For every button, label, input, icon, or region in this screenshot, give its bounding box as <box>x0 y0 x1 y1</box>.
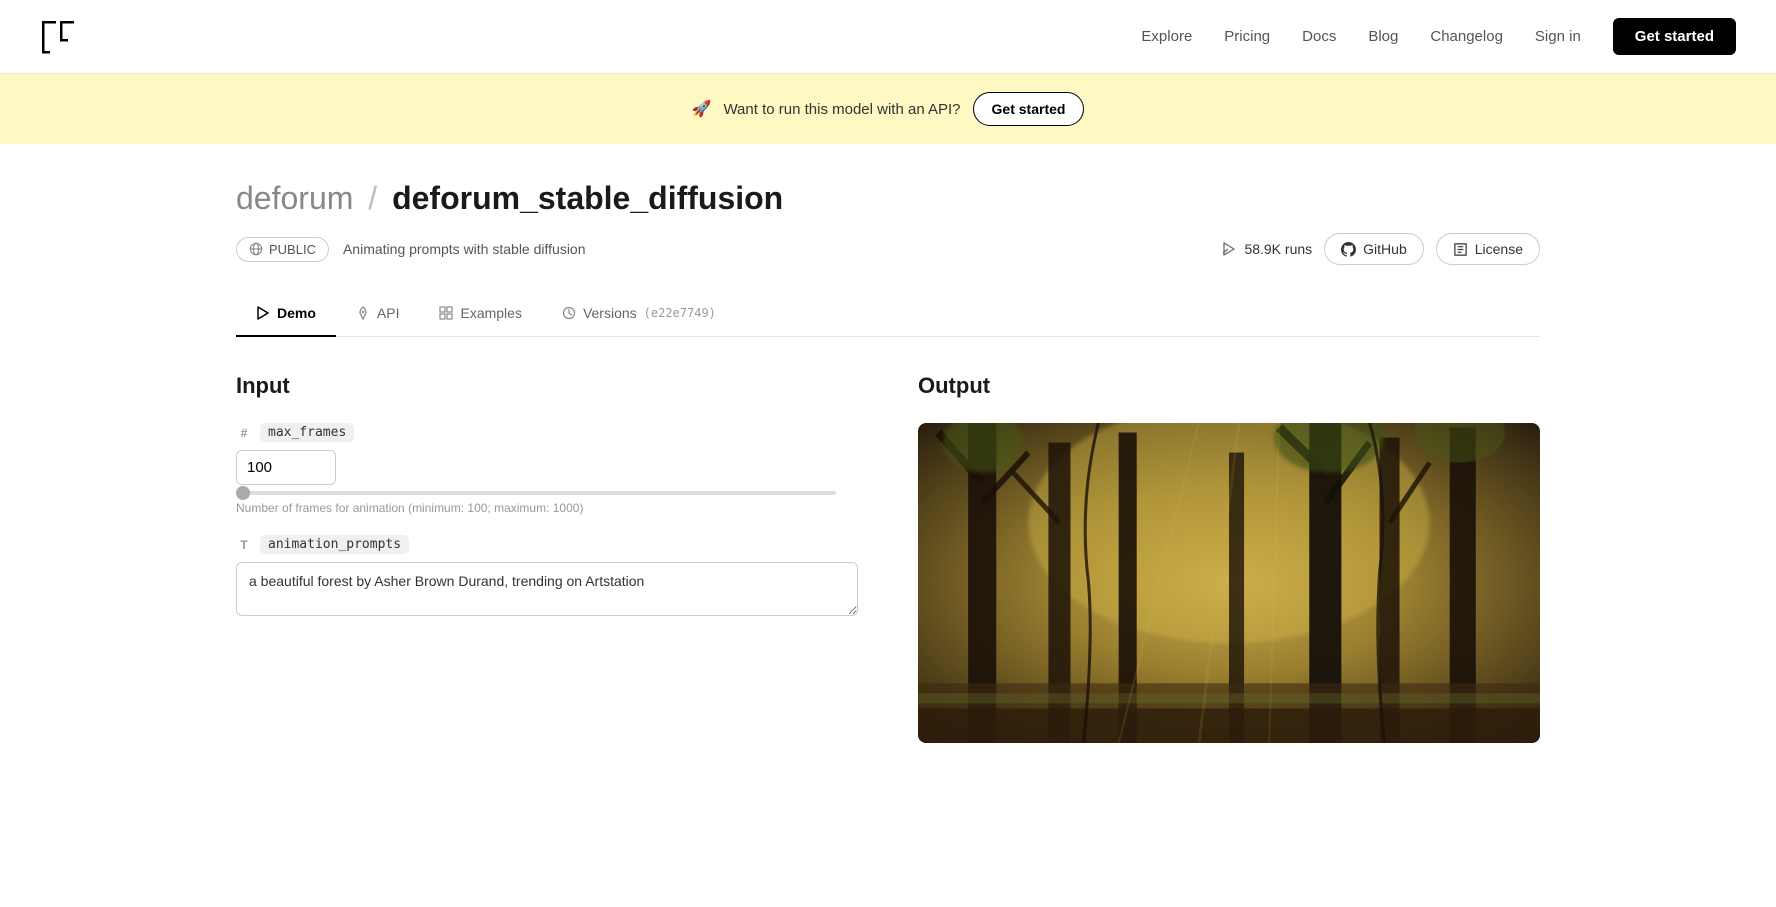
param-label-row-prompts: T animation_prompts <box>236 535 858 554</box>
license-label: License <box>1475 241 1523 257</box>
max-frames-input[interactable] <box>237 451 335 484</box>
signin-button[interactable]: Sign in <box>1535 28 1581 45</box>
output-section: Output <box>918 373 1540 743</box>
model-name: deforum_stable_diffusion <box>392 180 783 216</box>
meta-right: 58.9K runs GitHub License <box>1221 233 1540 265</box>
frames-slider[interactable] <box>236 491 836 495</box>
license-icon <box>1453 242 1468 257</box>
title-separator: / <box>359 180 386 216</box>
banner-cta-button[interactable]: Get started <box>973 92 1085 126</box>
tab-versions[interactable]: Versions (e22e7749) <box>542 293 736 337</box>
tab-versions-label: Versions <box>583 305 637 321</box>
visibility-label: PUBLIC <box>269 242 316 257</box>
nav-docs[interactable]: Docs <box>1302 28 1336 45</box>
runs-count: 58.9K runs <box>1221 241 1312 257</box>
param-type-frames: # <box>236 426 252 440</box>
main-container: deforum / deforum_stable_diffusion PUBLI… <box>188 144 1588 743</box>
model-title: deforum / deforum_stable_diffusion <box>236 180 1540 217</box>
meta-row: PUBLIC Animating prompts with stable dif… <box>236 233 1540 265</box>
meta-left: PUBLIC Animating prompts with stable dif… <box>236 237 586 262</box>
github-label: GitHub <box>1363 241 1407 257</box>
api-banner: 🚀 Want to run this model with an API? Ge… <box>0 74 1776 144</box>
get-started-header-button[interactable]: Get started <box>1613 18 1736 55</box>
play-icon <box>256 306 270 320</box>
nav-blog[interactable]: Blog <box>1368 28 1398 45</box>
param-name-prompts: animation_prompts <box>260 535 409 554</box>
logo-icon <box>40 19 76 55</box>
param-animation-prompts: T animation_prompts a beautiful forest b… <box>236 535 858 621</box>
github-icon <box>1341 242 1356 257</box>
input-title: Input <box>236 373 858 399</box>
tab-api[interactable]: API <box>336 293 420 337</box>
animation-prompts-input[interactable]: a beautiful forest by Asher Brown Durand… <box>236 562 858 616</box>
tab-examples-label: Examples <box>460 305 521 321</box>
grid-icon <box>439 306 453 320</box>
param-max-frames: # max_frames Number of frames for animat… <box>236 423 858 515</box>
globe-icon <box>249 242 263 256</box>
output-image-wrap <box>918 423 1540 743</box>
version-tag: (e22e7749) <box>644 306 716 320</box>
nav-pricing[interactable]: Pricing <box>1224 28 1270 45</box>
runs-icon <box>1221 241 1237 257</box>
banner-text: Want to run this model with an API? <box>723 101 960 118</box>
param-label-row-frames: # max_frames <box>236 423 858 442</box>
rocket-icon <box>356 306 370 320</box>
model-owner[interactable]: deforum <box>236 180 353 216</box>
frames-slider-row <box>236 491 858 495</box>
param-type-prompts: T <box>236 538 252 552</box>
runs-count-label: 58.9K runs <box>1244 241 1312 257</box>
logo[interactable] <box>40 19 76 55</box>
banner-emoji: 🚀 <box>692 99 712 119</box>
tab-demo[interactable]: Demo <box>236 293 336 337</box>
param-name-frames: max_frames <box>260 423 354 442</box>
visibility-badge: PUBLIC <box>236 237 329 262</box>
frames-hint: Number of frames for animation (minimum:… <box>236 501 858 515</box>
header: Explore Pricing Docs Blog Changelog Sign… <box>0 0 1776 74</box>
tab-examples[interactable]: Examples <box>419 293 541 337</box>
nav: Explore Pricing Docs Blog Changelog Sign… <box>1141 18 1736 55</box>
input-section: Input # max_frames Number of frames for … <box>236 373 858 743</box>
history-icon <box>562 306 576 320</box>
model-description: Animating prompts with stable diffusion <box>343 241 586 257</box>
output-forest-svg <box>918 423 1540 743</box>
frames-input-wrap <box>236 450 336 485</box>
tabs: Demo API Examples Versions (e22e <box>236 293 1540 337</box>
tab-api-label: API <box>377 305 400 321</box>
license-button[interactable]: License <box>1436 233 1540 265</box>
nav-explore[interactable]: Explore <box>1141 28 1192 45</box>
output-image <box>918 423 1540 743</box>
nav-changelog[interactable]: Changelog <box>1430 28 1503 45</box>
github-button[interactable]: GitHub <box>1324 233 1424 265</box>
tab-demo-label: Demo <box>277 305 316 321</box>
output-title: Output <box>918 373 1540 399</box>
two-col-layout: Input # max_frames Number of frames for … <box>236 373 1540 743</box>
